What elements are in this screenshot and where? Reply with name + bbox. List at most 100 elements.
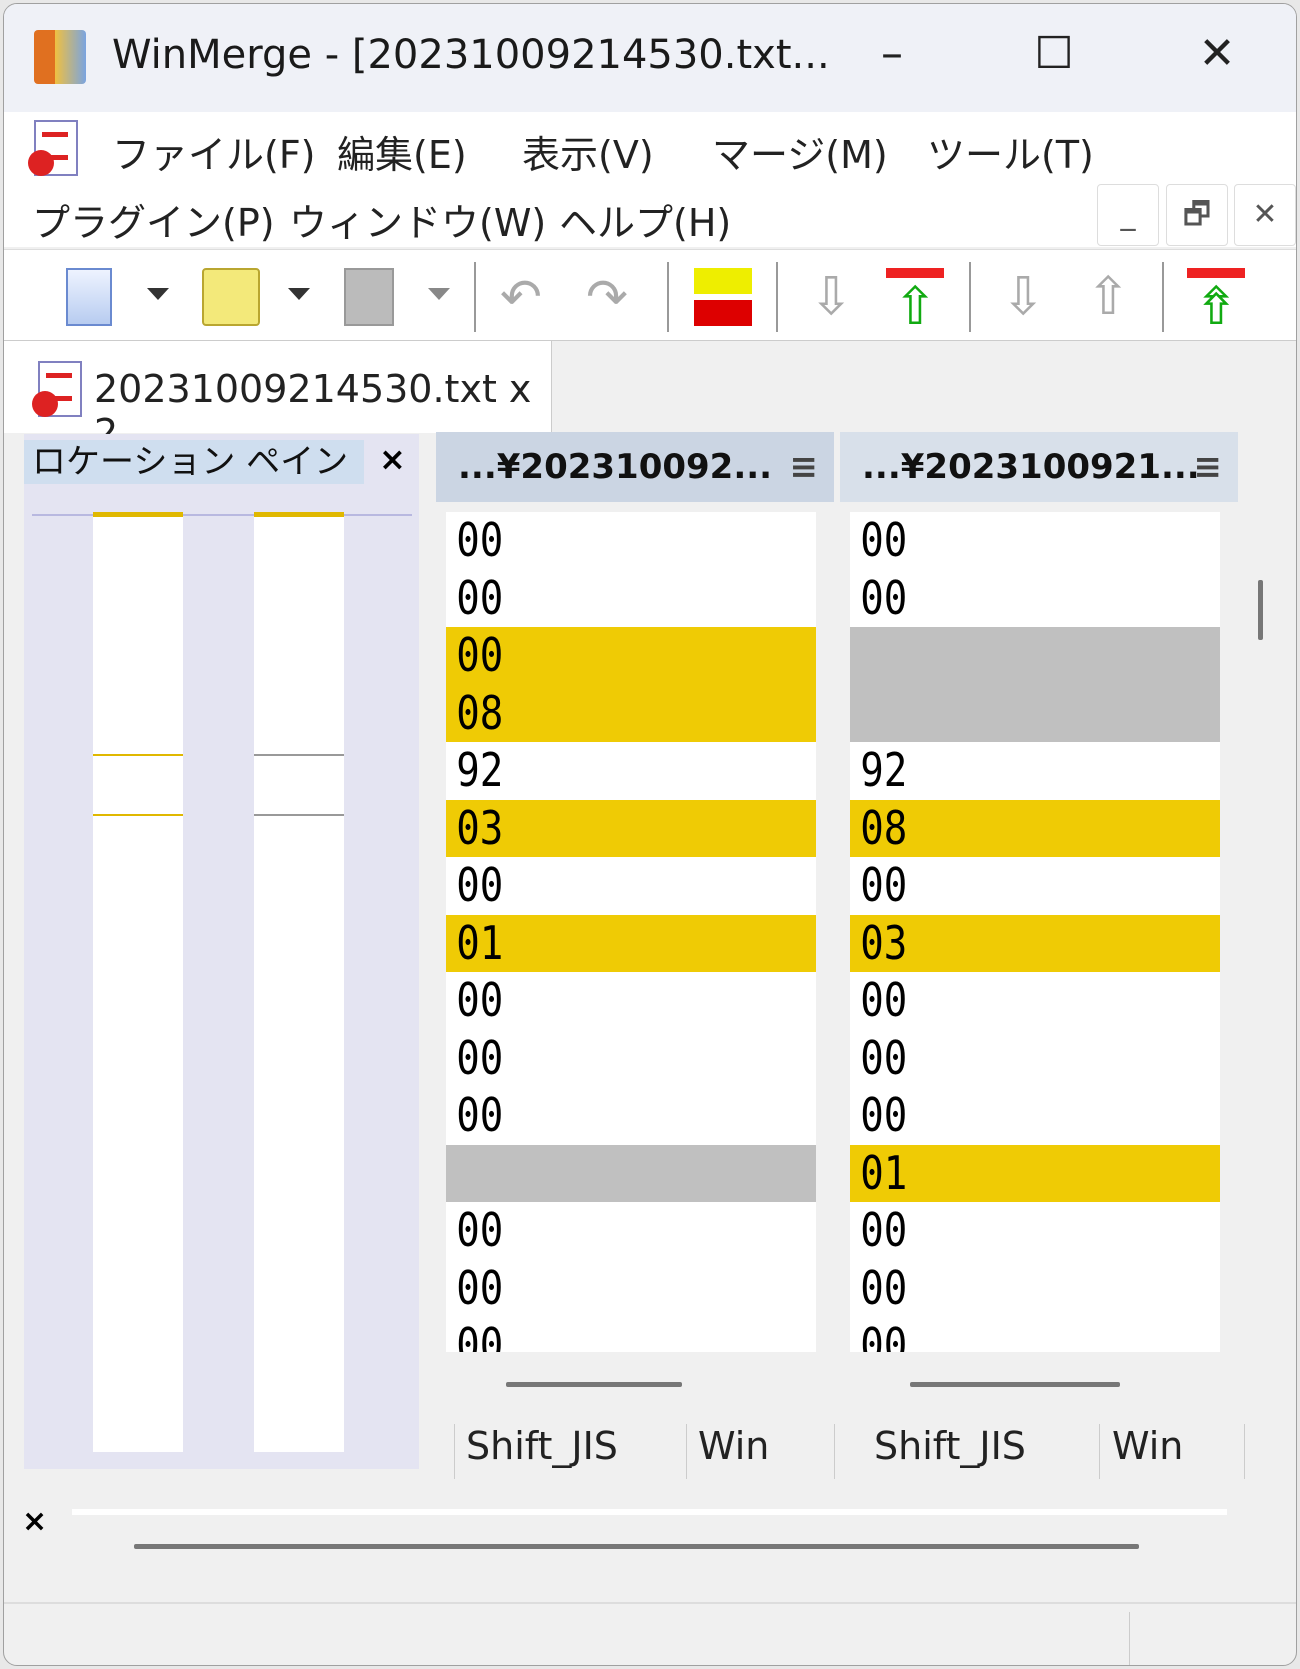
line-text: 00 bbox=[860, 1088, 908, 1142]
text-line[interactable]: 00 bbox=[446, 1202, 816, 1260]
redo-icon[interactable]: ↷ bbox=[586, 268, 644, 326]
line-text: 92 bbox=[456, 743, 504, 797]
text-line[interactable]: 00 bbox=[850, 1317, 1220, 1352]
tab-compare[interactable]: 20231009214530.txt x 2 bbox=[4, 341, 552, 455]
right-horizontal-scrollbar[interactable] bbox=[910, 1382, 1120, 1387]
right-encoding: Shift_JIS bbox=[874, 1424, 1026, 1468]
missing-line[interactable] bbox=[850, 684, 1220, 742]
minimize-button[interactable]: – bbox=[847, 24, 937, 84]
right-pane-menu-icon[interactable]: ≡ bbox=[1194, 432, 1223, 502]
winmerge-app-icon bbox=[34, 30, 86, 84]
line-text: 03 bbox=[456, 800, 504, 855]
text-line[interactable]: 00 bbox=[850, 1087, 1220, 1145]
text-line[interactable]: 00 bbox=[446, 1030, 816, 1088]
first-diff-icon[interactable]: ⇧ bbox=[1079, 268, 1137, 326]
status-bar bbox=[4, 1602, 1296, 1665]
text-line[interactable]: 00 bbox=[850, 857, 1220, 915]
text-line[interactable]: 00 bbox=[850, 1202, 1220, 1260]
diff-line[interactable]: 01 bbox=[850, 1144, 1220, 1202]
diff-options-icon[interactable] bbox=[694, 268, 752, 326]
text-line[interactable]: 92 bbox=[850, 742, 1220, 800]
right-diff-pane: ...¥2023100921... ≡ 00 00 92 08 00 03 00 00 00 01 0… bbox=[840, 432, 1263, 1422]
bottom-pane-close-button[interactable]: × bbox=[22, 1504, 47, 1539]
text-line[interactable]: 00 bbox=[446, 570, 816, 628]
text-line[interactable]: 00 bbox=[446, 972, 816, 1030]
menu-window[interactable]: ウィンドウ(W) bbox=[289, 192, 546, 247]
title-bar: WinMerge - [20231009214530.txt... – ☐ ✕ bbox=[4, 4, 1296, 112]
line-text: 92 bbox=[860, 743, 908, 797]
line-text: 00 bbox=[860, 570, 908, 625]
line-text: 00 bbox=[456, 1260, 504, 1315]
line-text: 01 bbox=[860, 1145, 908, 1200]
text-line[interactable]: 92 bbox=[446, 742, 816, 800]
save-dropdown-icon[interactable] bbox=[428, 288, 450, 300]
text-line[interactable]: 00 bbox=[446, 1087, 816, 1145]
menu-view[interactable]: 表示(V) bbox=[522, 124, 654, 179]
line-text: 00 bbox=[456, 513, 504, 567]
mdi-minimize-button[interactable]: _ bbox=[1097, 184, 1159, 246]
window-title: WinMerge - [20231009214530.txt... bbox=[112, 32, 830, 78]
new-dropdown-icon[interactable] bbox=[147, 288, 169, 300]
text-line[interactable]: 00 bbox=[850, 1260, 1220, 1318]
line-text: 00 bbox=[456, 973, 504, 1027]
menu-bar: ファイル(F) 編集(E) 表示(V) マージ(M) ツール(T) プラグイン(… bbox=[4, 112, 1296, 247]
diff-line[interactable]: 08 bbox=[446, 684, 816, 742]
menu-merge[interactable]: マージ(M) bbox=[712, 124, 888, 179]
open-dropdown-icon[interactable] bbox=[288, 288, 310, 300]
diff-line[interactable]: 00 bbox=[446, 627, 816, 685]
text-line[interactable]: 00 bbox=[850, 570, 1220, 628]
line-text: 08 bbox=[456, 685, 504, 740]
text-line[interactable]: 00 bbox=[446, 1317, 816, 1352]
location-bar-left[interactable] bbox=[93, 512, 183, 1452]
winmerge-window: WinMerge - [20231009214530.txt... – ☐ ✕ … bbox=[3, 3, 1297, 1666]
toolbar: ↶ ↷ ⇩ ⇧ ⇩ ⇧ ⇮ bbox=[4, 249, 1296, 341]
save-icon[interactable] bbox=[344, 268, 394, 326]
tab-bar: 20231009214530.txt x 2 bbox=[4, 341, 1296, 455]
next-diff-icon[interactable]: ⇩ bbox=[802, 268, 860, 326]
menu-tools[interactable]: ツール(T) bbox=[927, 124, 1094, 179]
missing-line[interactable] bbox=[446, 1144, 816, 1202]
close-button[interactable]: ✕ bbox=[1172, 24, 1262, 84]
line-text: 00 bbox=[456, 570, 504, 625]
open-folder-icon[interactable] bbox=[202, 268, 260, 326]
maximize-button[interactable]: ☐ bbox=[1009, 24, 1099, 84]
document-icon bbox=[28, 120, 78, 176]
left-text-area[interactable]: 00 00 00 08 92 03 00 01 00 00 00 00 00 00 bbox=[446, 512, 816, 1352]
left-horizontal-scrollbar[interactable] bbox=[506, 1382, 682, 1387]
mdi-close-button[interactable]: ✕ bbox=[1234, 184, 1296, 246]
diff-line[interactable]: 08 bbox=[850, 799, 1220, 857]
right-eol: Win bbox=[1112, 1424, 1184, 1468]
new-icon[interactable] bbox=[66, 268, 112, 326]
text-line[interactable]: 00 bbox=[850, 1030, 1220, 1088]
bottom-horizontal-scrollbar[interactable] bbox=[134, 1544, 1139, 1549]
text-line[interactable]: 00 bbox=[446, 1260, 816, 1318]
diff-line[interactable]: 03 bbox=[850, 914, 1220, 972]
location-pane-title: ロケーション ペイン bbox=[24, 440, 364, 484]
line-text: 00 bbox=[456, 1318, 504, 1352]
location-pane-close-button[interactable]: × bbox=[379, 440, 406, 478]
diff-line[interactable]: 01 bbox=[446, 914, 816, 972]
left-pane-menu-icon[interactable]: ≡ bbox=[790, 432, 819, 502]
line-text: 00 bbox=[456, 1088, 504, 1142]
right-text-area[interactable]: 00 00 92 08 00 03 00 00 00 01 00 00 00 bbox=[850, 512, 1220, 1352]
last-diff-icon[interactable]: ⇩ bbox=[994, 268, 1052, 326]
first-conflict-icon[interactable]: ⇮ bbox=[1187, 268, 1245, 336]
diff-line[interactable]: 03 bbox=[446, 799, 816, 857]
line-text: 00 bbox=[456, 628, 504, 682]
menu-plugins[interactable]: プラグイン(P) bbox=[32, 192, 275, 247]
line-text: 08 bbox=[860, 800, 908, 855]
left-encoding: Shift_JIS bbox=[466, 1424, 618, 1468]
text-line[interactable]: 00 bbox=[850, 512, 1220, 570]
prev-diff-icon[interactable]: ⇧ bbox=[886, 268, 944, 336]
location-bar-right[interactable] bbox=[254, 512, 344, 1452]
undo-icon[interactable]: ↶ bbox=[500, 268, 558, 326]
vertical-scrollbar[interactable] bbox=[1258, 580, 1263, 640]
menu-file[interactable]: ファイル(F) bbox=[112, 124, 316, 179]
text-line[interactable]: 00 bbox=[446, 857, 816, 915]
missing-line[interactable] bbox=[850, 627, 1220, 685]
menu-help[interactable]: ヘルプ(H) bbox=[559, 192, 731, 247]
text-line[interactable]: 00 bbox=[446, 512, 816, 570]
mdi-restore-button[interactable]: 🗗 bbox=[1166, 184, 1228, 246]
text-line[interactable]: 00 bbox=[850, 972, 1220, 1030]
menu-edit[interactable]: 編集(E) bbox=[337, 124, 467, 179]
